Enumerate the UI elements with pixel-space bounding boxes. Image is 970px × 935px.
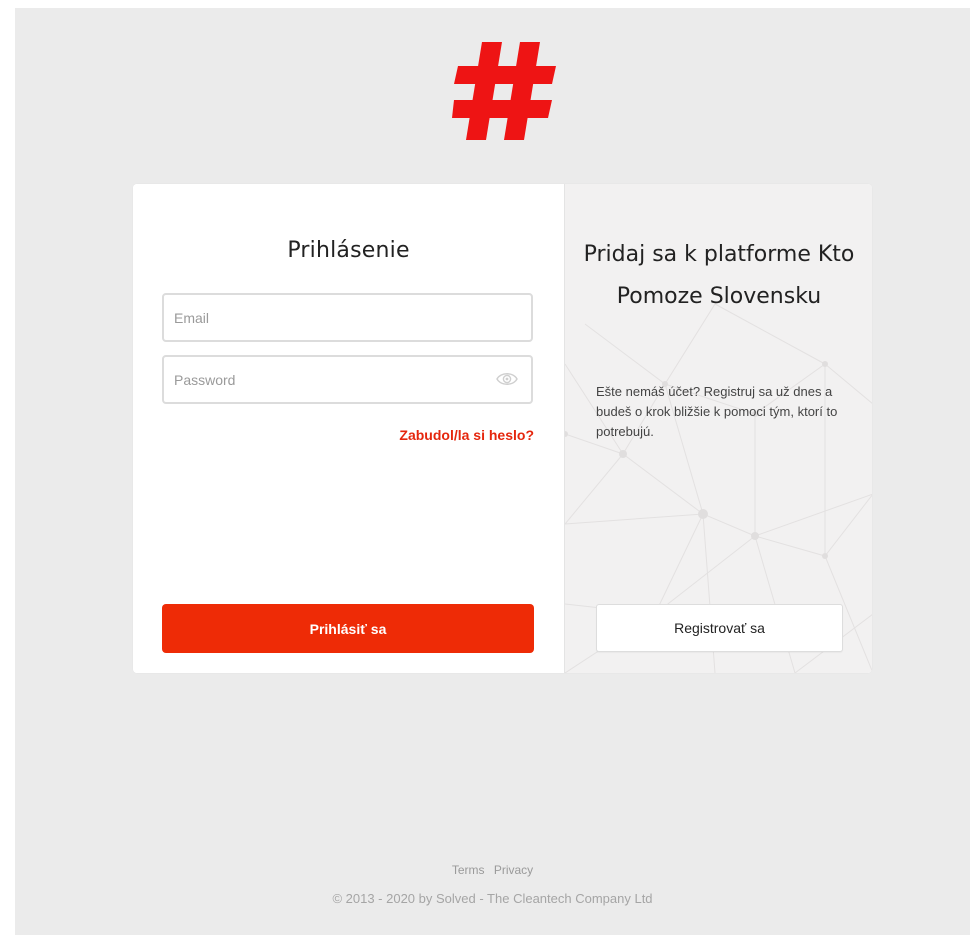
forgot-password-link[interactable]: Zabudol/la si heslo? [399, 427, 534, 443]
privacy-link[interactable]: Privacy [494, 863, 533, 877]
terms-link[interactable]: Terms [452, 863, 485, 877]
password-input[interactable] [174, 357, 484, 402]
hashtag-logo-icon [452, 42, 556, 140]
footer-links: Terms Privacy [15, 863, 970, 877]
email-field[interactable] [162, 293, 533, 342]
copyright-text: © 2013 - 2020 by Solved - The Cleantech … [332, 891, 653, 906]
signup-panel: Pridaj sa k platforme Kto Pomoze Slovens… [564, 184, 872, 673]
eye-icon[interactable] [496, 370, 518, 388]
login-panel: Prihlásenie Zabudol/la si heslo? Prihlás… [133, 184, 564, 673]
signup-description: Ešte nemáš účet? Registruj sa už dnes a … [596, 384, 838, 439]
login-button[interactable]: Prihlásiť sa [162, 604, 534, 653]
register-button[interactable]: Registrovať sa [596, 604, 843, 652]
auth-card: Prihlásenie Zabudol/la si heslo? Prihlás… [133, 184, 872, 673]
page-background: Prihlásenie Zabudol/la si heslo? Prihlás… [15, 8, 970, 935]
password-field[interactable] [162, 355, 533, 404]
login-title: Prihlásenie [287, 238, 410, 263]
email-input[interactable] [174, 295, 484, 340]
signup-title: Pridaj sa k platforme Kto Pomoze Slovens… [583, 242, 855, 309]
